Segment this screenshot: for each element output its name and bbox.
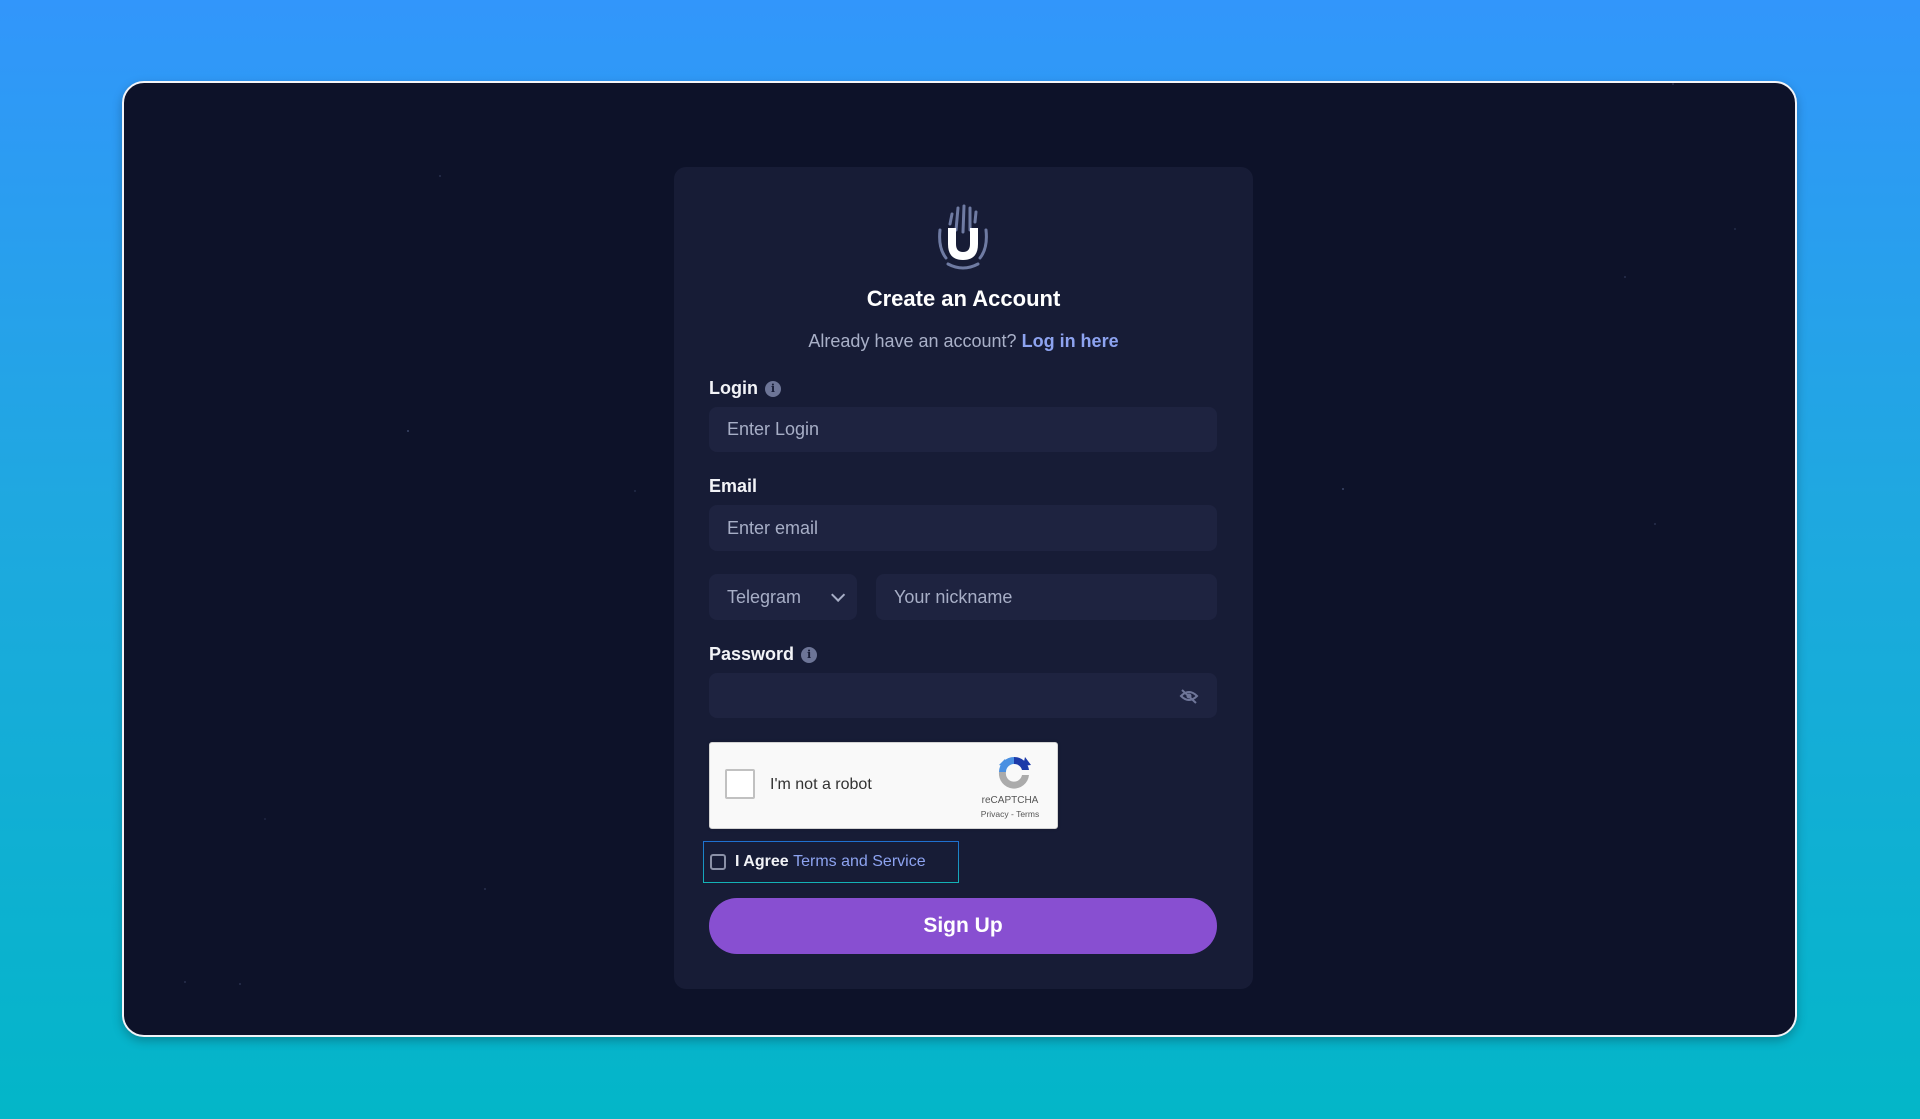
password-label: Password i [709, 644, 818, 665]
background-star [439, 175, 441, 177]
background-star [1672, 83, 1674, 85]
login-label: Login i [709, 378, 781, 399]
agree-checkbox[interactable] [710, 854, 726, 870]
info-icon[interactable]: i [801, 646, 818, 663]
recaptcha-links[interactable]: Privacy - Terms [975, 809, 1045, 819]
email-label: Email [709, 476, 757, 497]
login-placeholder: Enter Login [727, 419, 820, 439]
email-placeholder: Enter email [727, 517, 819, 538]
recaptcha-checkbox[interactable] [725, 769, 755, 799]
agree-terms-checkbox[interactable]: I Agree Terms and Service [703, 841, 959, 883]
background-star [634, 490, 636, 492]
messenger-select[interactable]: Telegram [709, 574, 857, 620]
nickname-input[interactable]: Your nickname [876, 574, 1217, 620]
fingerprint-u-logo-icon [938, 204, 988, 270]
recaptcha-label: I'm not a robot [770, 776, 872, 793]
background-star [1624, 276, 1626, 278]
background-star [239, 983, 241, 985]
login-link[interactable]: Log in here [1022, 331, 1119, 351]
background-star [184, 981, 186, 983]
sign-up-button[interactable]: Sign Up [709, 898, 1217, 954]
recaptcha-widget: I'm not a robot reCAPTCHA Privacy - Term… [709, 742, 1058, 829]
email-label-text: Email [709, 476, 758, 496]
info-icon[interactable]: i [764, 380, 781, 397]
agree-prefix: I Agree [735, 853, 789, 870]
login-prompt: Already have an account? Log in here [674, 331, 1253, 352]
email-input[interactable]: Enter email [709, 505, 1217, 551]
login-prompt-text: Already have an account? [808, 331, 1017, 351]
chevron-down-icon [831, 587, 846, 602]
background-star [1342, 488, 1344, 490]
eye-off-icon[interactable] [1179, 686, 1199, 706]
login-label-text: Login [709, 378, 758, 398]
terms-link[interactable]: Terms and Service [793, 853, 926, 870]
background-star [1734, 228, 1736, 230]
recaptcha-logo-icon [998, 756, 1031, 789]
recaptcha-brand: reCAPTCHA [981, 795, 1039, 806]
background-star [1654, 523, 1656, 525]
agree-label: I Agree Terms and Service [735, 853, 926, 871]
nickname-placeholder: Your nickname [894, 586, 1013, 607]
password-label-text: Password [709, 644, 795, 664]
password-input[interactable] [709, 673, 1217, 718]
background-star [264, 818, 266, 820]
background-star [407, 430, 409, 432]
page-title: Create an Account [866, 286, 1061, 311]
login-input[interactable]: Enter Login [709, 407, 1217, 452]
messenger-selected-value: Telegram [727, 586, 802, 607]
background-star [484, 888, 486, 890]
